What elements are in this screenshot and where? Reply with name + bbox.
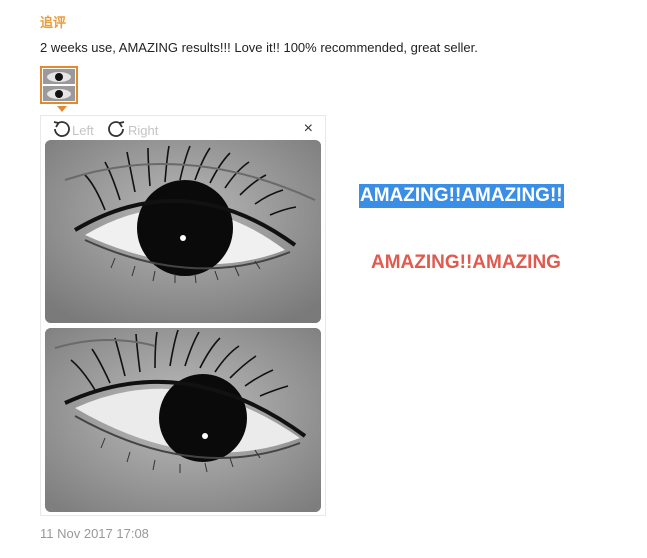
review-date: 11 Nov 2017 17:08 <box>40 526 149 541</box>
eye-photo-bottom <box>45 328 321 512</box>
review-photo-thumbnail[interactable] <box>40 66 78 104</box>
rotate-right-icon <box>107 120 127 141</box>
image-viewer: Left Right × <box>40 115 326 516</box>
eye-photo-top <box>45 140 321 323</box>
thumbnail-image <box>43 69 75 101</box>
rotate-left-label: Left <box>72 123 94 138</box>
highlighted-text: AMAZING!!AMAZING!! <box>359 184 564 208</box>
rotate-left-icon <box>51 120 71 141</box>
rotate-left-button[interactable]: Left <box>51 120 94 141</box>
close-icon[interactable]: × <box>304 120 313 138</box>
thumbnail-pointer <box>57 106 67 112</box>
red-emphasis-text: AMAZING!!AMAZING <box>371 252 561 273</box>
followup-label: 追评 <box>40 15 67 30</box>
rotate-right-button[interactable]: Right <box>107 120 158 141</box>
review-text: 2 weeks use, AMAZING results!!! Love it!… <box>40 40 478 55</box>
rotate-right-label: Right <box>128 123 159 138</box>
